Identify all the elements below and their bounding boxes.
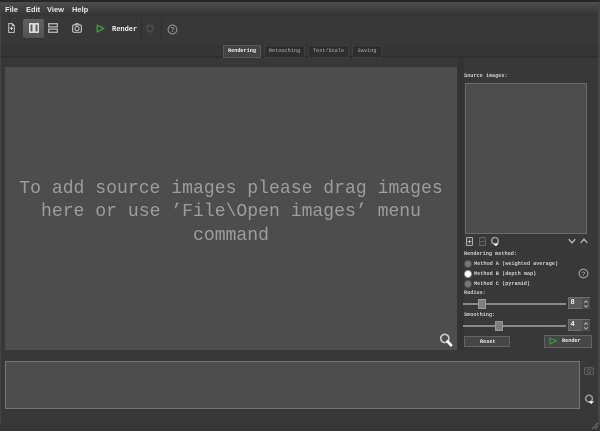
svg-text:?: ?	[582, 271, 586, 278]
svg-text:?: ?	[170, 27, 174, 34]
